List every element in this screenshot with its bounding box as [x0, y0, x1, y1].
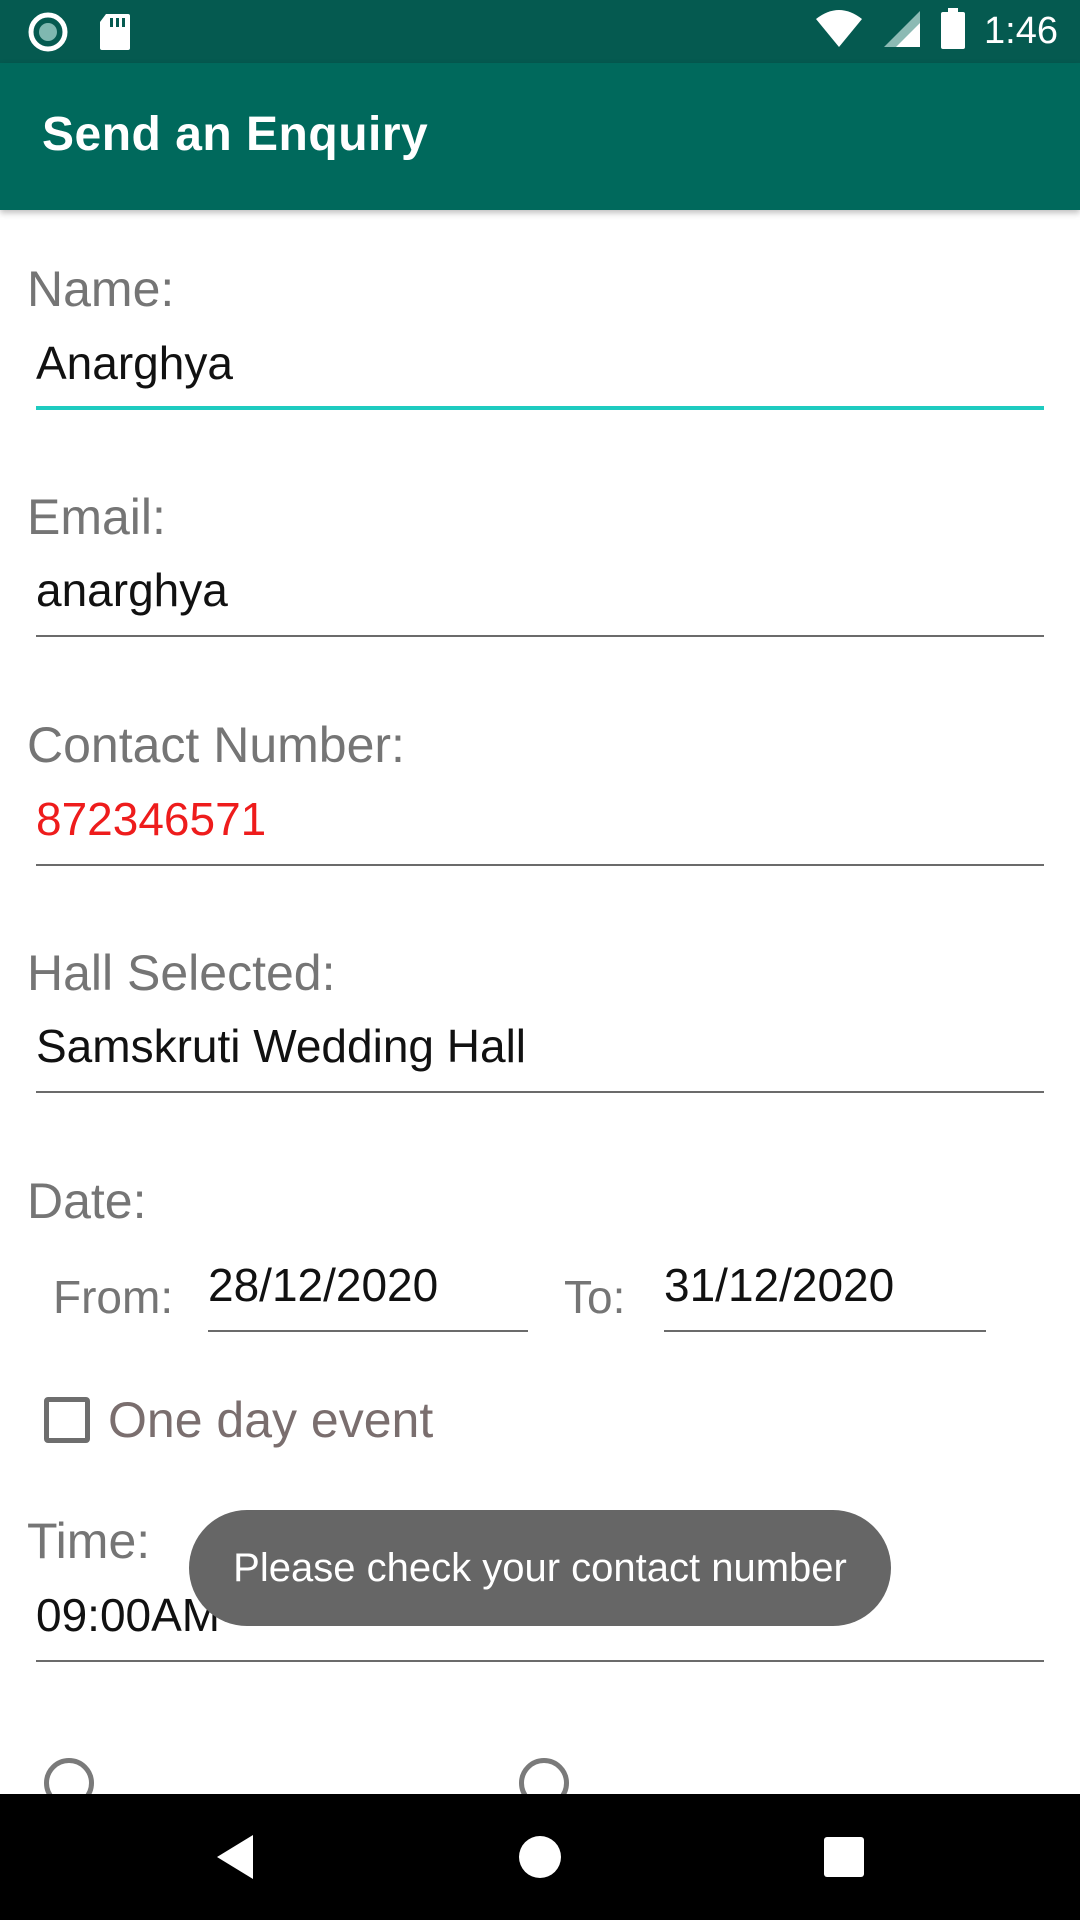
home-button[interactable]	[505, 1824, 575, 1890]
contact-field[interactable]: 872346571	[36, 786, 1044, 866]
navigation-bar	[0, 1794, 1080, 1920]
date-label: Date:	[27, 1173, 147, 1229]
contact-label: Contact Number:	[27, 717, 405, 773]
hall-value: Samskruti Wedding Hall	[36, 1020, 527, 1072]
name-field[interactable]: Anarghya	[36, 330, 1044, 410]
name-label: Name:	[27, 261, 175, 317]
recents-button[interactable]	[809, 1824, 879, 1890]
to-date-field[interactable]: 31/12/2020	[664, 1252, 986, 1332]
email-label: Email:	[27, 489, 166, 545]
from-date-field[interactable]: 28/12/2020	[208, 1252, 528, 1332]
status-time: 1:46	[984, 10, 1058, 52]
toast-message: Please check your contact number	[189, 1510, 891, 1626]
back-button[interactable]	[200, 1824, 270, 1890]
to-date-value: 31/12/2020	[664, 1259, 895, 1311]
email-field[interactable]: anarghya	[36, 557, 1044, 637]
hall-field[interactable]: Samskruti Wedding Hall	[36, 1013, 1044, 1093]
contact-value: 872346571	[36, 793, 267, 845]
from-date-value: 28/12/2020	[208, 1259, 439, 1311]
one-day-event-label: One day event	[108, 1392, 434, 1448]
one-day-event-checkbox[interactable]: One day event	[44, 1390, 433, 1450]
to-label: To:	[564, 1271, 626, 1323]
battery-icon	[940, 8, 966, 54]
toast-text: Please check your contact number	[233, 1545, 847, 1590]
name-value: Anarghya	[36, 337, 233, 389]
wifi-icon	[814, 9, 864, 53]
from-label: From:	[53, 1271, 174, 1323]
time-label: Time:	[27, 1513, 151, 1569]
time-value: 09:00AM	[36, 1589, 221, 1641]
sd-card-icon	[98, 12, 132, 56]
record-icon	[28, 12, 68, 56]
checkbox-icon[interactable]	[44, 1397, 90, 1443]
home-icon	[519, 1836, 561, 1878]
hall-label: Hall Selected:	[27, 945, 336, 1001]
status-bar: 1:46	[0, 0, 1080, 63]
signal-icon	[882, 9, 922, 53]
email-value: anarghya	[36, 564, 228, 616]
app-bar: Send an Enquiry	[0, 63, 1080, 210]
page-title: Send an Enquiry	[42, 108, 429, 161]
back-icon	[217, 1835, 253, 1879]
recents-icon	[824, 1837, 864, 1877]
